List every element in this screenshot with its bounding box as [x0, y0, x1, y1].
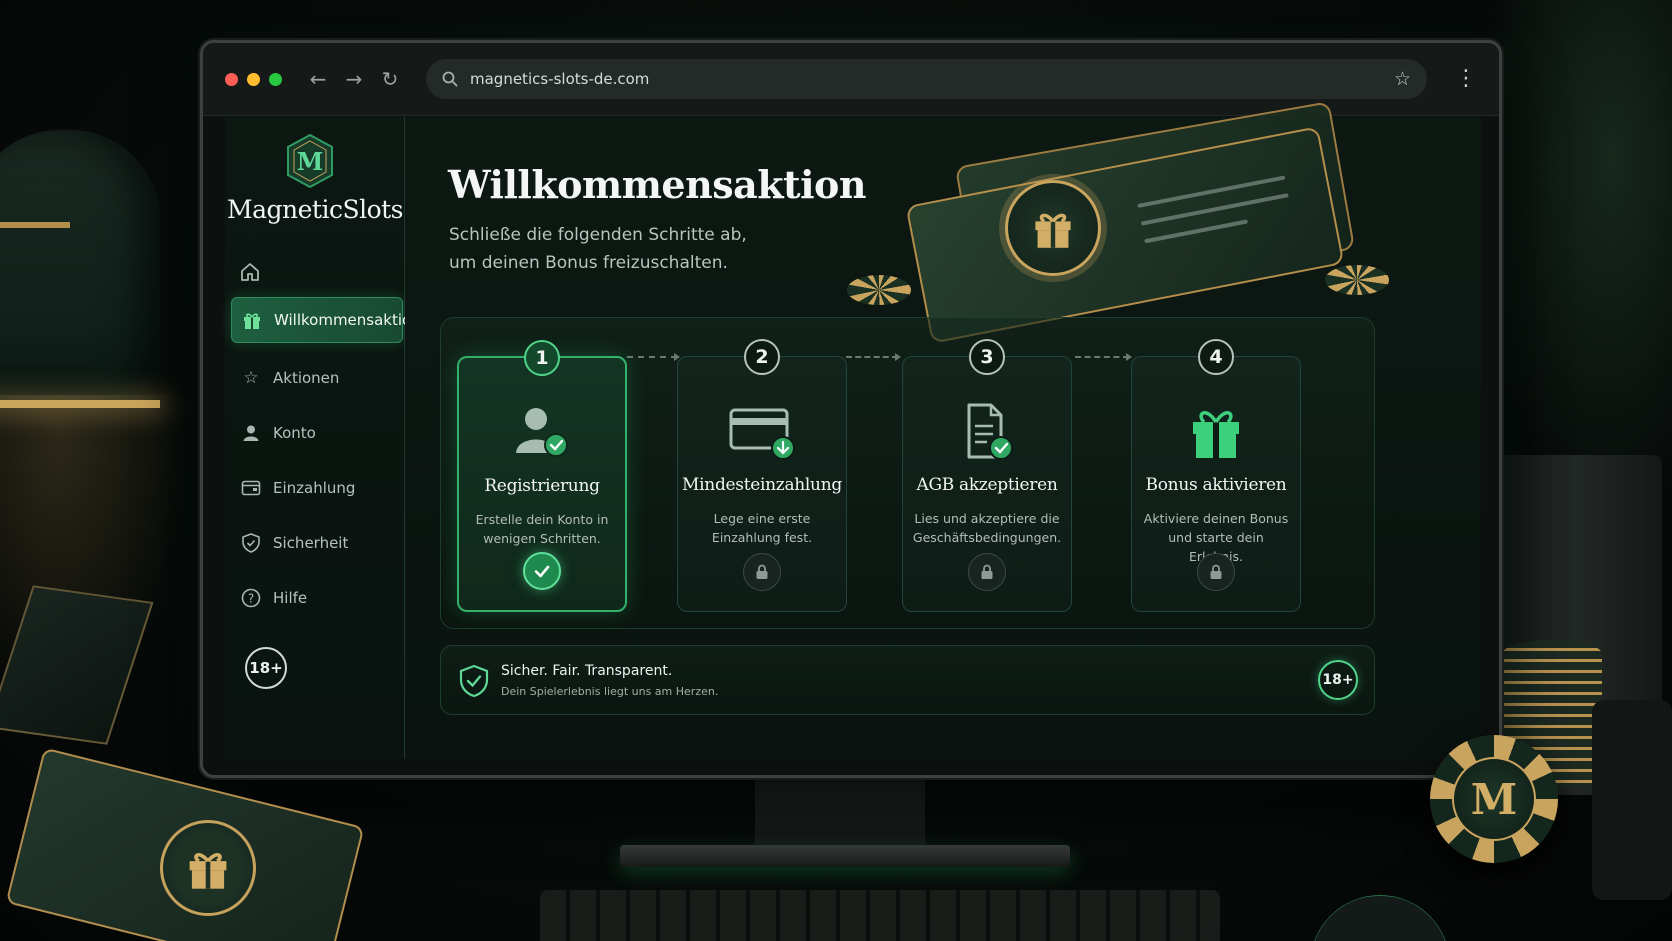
desk-lamp-ring — [0, 222, 70, 228]
sidebar-item-einzahlung[interactable]: Einzahlung — [231, 465, 403, 511]
brand-name[interactable]: MagneticSlots — [225, 195, 405, 224]
step-description: Erstelle dein Konto in wenigen Schritten… — [475, 512, 609, 546]
gift-icon — [242, 310, 262, 330]
document-check-icon — [952, 401, 1022, 463]
hero-voucher-illustration — [845, 101, 1405, 344]
step-number: 2 — [744, 339, 780, 375]
sidebar-item-sicherheit[interactable]: Sicherheit — [231, 520, 403, 566]
page-subtitle: Schließe die folgenden Schritte ab, um d… — [449, 225, 747, 273]
checkmark-icon — [523, 552, 561, 590]
desk-lamp-shade — [0, 130, 160, 410]
window-controls — [225, 72, 282, 86]
age-restriction-badge: 18+ — [1318, 660, 1358, 700]
sidebar-item-willkommensaktion[interactable]: Willkommensaktion — [231, 297, 421, 343]
wallet-icon — [241, 478, 261, 498]
monitor: ← → ↻ magnetics-slots-de.com ☆ ⋮ M Magne… — [200, 40, 1502, 778]
trust-title: Sicher. Fair. Transparent. — [501, 663, 673, 679]
monitor-stand — [755, 775, 925, 855]
sidebar: M MagneticSlots Willkommensaktion ☆ Akti… — [225, 117, 421, 759]
step-title: Mindesteinzahlung — [682, 475, 842, 495]
browser-menu-icon[interactable]: ⋮ — [1455, 68, 1477, 90]
lock-icon — [743, 553, 781, 591]
step-connector — [1075, 353, 1132, 361]
trust-banner: Sicher. Fair. Transparent. Dein Spielerl… — [440, 645, 1375, 715]
card-download-icon — [727, 401, 797, 463]
svg-text:M: M — [297, 147, 324, 176]
sidebar-item-label: Hilfe — [273, 589, 308, 607]
steps-panel: 1 Registrierung Erstelle dein Konto in w… — [440, 317, 1375, 629]
sidebar-item-label: Konto — [273, 424, 316, 442]
step-title: Registrierung — [484, 476, 600, 496]
step-card-bonus-aktivieren[interactable]: 4 Bonus aktivieren Aktiviere deinen Bonu… — [1131, 339, 1301, 612]
casino-chip-icon — [847, 275, 911, 305]
step-card-agb[interactable]: 3 AGB akzeptieren Lies und akzeptiere di… — [902, 339, 1072, 612]
step-number: 4 — [1198, 339, 1234, 375]
chip-logo: M — [1452, 757, 1536, 841]
address-bar[interactable]: magnetics-slots-de.com ☆ — [426, 59, 1427, 99]
arrow-left-icon[interactable]: ← — [308, 67, 328, 91]
sidebar-item-label: Aktionen — [273, 369, 340, 387]
sidebar-item-aktionen[interactable]: ☆ Aktionen — [231, 355, 403, 401]
voucher-text-lines — [1137, 175, 1295, 257]
sidebar-item-konto[interactable]: Konto — [231, 410, 403, 456]
page-title: Willkommensaktion — [448, 162, 867, 207]
lock-icon — [968, 553, 1006, 591]
minimize-window-button[interactable] — [247, 72, 260, 86]
step-description: Lege eine erste Einzahlung fest. — [711, 511, 813, 545]
help-icon: ? — [241, 588, 261, 608]
sidebar-item-label: Sicherheit — [273, 534, 349, 552]
lock-icon — [1197, 553, 1235, 591]
main-content: Willkommensaktion Schließe die folgenden… — [405, 101, 1481, 759]
step-number: 3 — [969, 339, 1005, 375]
step-card-registrierung[interactable]: 1 Registrierung Erstelle dein Konto in w… — [457, 340, 627, 612]
step-connector — [846, 353, 901, 361]
plant-decoration — [1472, 0, 1672, 520]
age-restriction-badge: 18+ — [245, 647, 287, 689]
svg-text:?: ? — [248, 592, 254, 606]
bookmark-star-icon[interactable]: ☆ — [1394, 68, 1411, 90]
shield-check-icon — [459, 664, 489, 698]
close-window-button[interactable] — [225, 72, 238, 86]
gift-seal-icon — [1005, 180, 1101, 276]
url-text[interactable]: magnetics-slots-de.com — [470, 70, 1382, 88]
star-icon: ☆ — [243, 368, 259, 388]
app-window: M MagneticSlots Willkommensaktion ☆ Akti… — [225, 101, 1481, 759]
sidebar-item-hilfe[interactable]: ? Hilfe — [231, 575, 403, 621]
reload-icon[interactable]: ↻ — [380, 67, 400, 91]
step-description: Lies und akzeptiere die Geschäftsbedingu… — [912, 511, 1062, 545]
maximize-window-button[interactable] — [269, 72, 282, 86]
casino-chip-icon — [1325, 265, 1389, 295]
sidebar-item-label: Einzahlung — [273, 479, 356, 497]
shield-icon — [241, 533, 261, 553]
user-icon — [241, 423, 261, 443]
cup-decoration — [1592, 700, 1672, 900]
step-number: 1 — [524, 340, 560, 376]
monitor-stand-base — [620, 845, 1070, 867]
step-connector — [627, 353, 680, 361]
search-icon — [442, 71, 458, 87]
brand-logo-icon[interactable]: M — [285, 133, 335, 189]
arrow-right-icon[interactable]: → — [344, 67, 364, 91]
home-icon[interactable] — [239, 261, 263, 285]
step-card-mindesteinzahlung[interactable]: 2 Mindesteinzahlung Lege eine erste Einz… — [677, 339, 847, 612]
sidebar-item-label: Willkommensaktion — [274, 311, 421, 329]
gift-seal-icon — [160, 820, 256, 916]
step-title: AGB akzeptieren — [916, 475, 1058, 495]
gift-icon — [1181, 401, 1251, 463]
trust-subtitle: Dein Spielerlebnis liegt uns am Herzen. — [501, 685, 719, 698]
casino-chip-icon: M — [1430, 735, 1558, 863]
step-title: Bonus aktivieren — [1145, 475, 1287, 495]
keyboard — [540, 890, 1220, 941]
user-check-icon — [507, 402, 577, 464]
mouse — [1310, 895, 1450, 941]
